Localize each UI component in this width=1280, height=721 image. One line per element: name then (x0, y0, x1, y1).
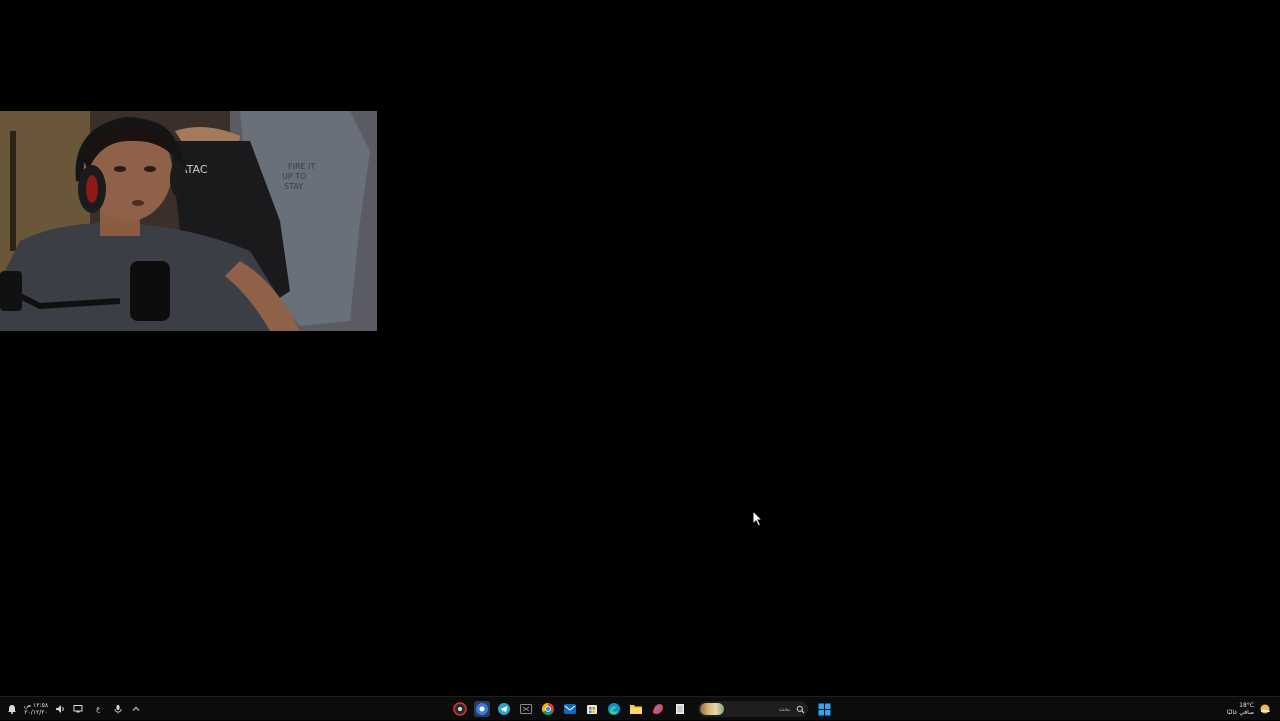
clock[interactable]: ١٢:٥٨ ص ٢٠/١٢/٢٠ (24, 702, 48, 716)
search-highlight-image (700, 703, 724, 715)
search-placeholder: بحث (778, 705, 790, 713)
chrome-icon[interactable] (540, 701, 556, 717)
weather-condition: صافي غالبًا (1226, 709, 1254, 716)
file-explorer-icon[interactable] (628, 701, 644, 717)
clock-date: ٢٠/١٢/٢٠ (24, 709, 48, 716)
system-tray: ١٢:٥٨ ص ٢٠/١٢/٢٠ ع (6, 697, 142, 721)
weather-temp: 18°C (1239, 702, 1254, 709)
taskbar: ١٢:٥٨ ص ٢٠/١٢/٢٠ ع بحث 18°C صافي غالبًا (0, 696, 1280, 720)
outlook-icon[interactable] (562, 701, 578, 717)
desktop: FIRE IT UP TO STAY ATAC (0, 0, 1280, 696)
network-icon[interactable] (72, 703, 84, 715)
notification-bell-icon[interactable] (6, 703, 18, 715)
clock-time: ١٢:٥٨ ص (24, 702, 49, 709)
svg-text:FIRE IT: FIRE IT (288, 162, 315, 171)
weather-sun-icon (1260, 704, 1270, 714)
start-button[interactable] (816, 701, 832, 717)
chrome-profile-icon[interactable] (474, 701, 490, 717)
red-app-icon[interactable] (452, 701, 468, 717)
chevron-up-icon[interactable] (130, 703, 142, 715)
webcam-image: FIRE IT UP TO STAY ATAC (0, 111, 377, 331)
xbox-app-icon[interactable] (518, 701, 534, 717)
mouse-cursor-icon (752, 510, 764, 527)
svg-text:UP TO: UP TO (282, 172, 306, 181)
taskbar-apps: بحث (452, 697, 832, 721)
copilot-icon[interactable] (650, 701, 666, 717)
search-icon (796, 705, 805, 713)
weather-widget[interactable]: 18°C صافي غالبًا (1227, 697, 1272, 721)
notepad-icon[interactable] (672, 701, 688, 717)
microsoft-store-icon[interactable] (584, 701, 600, 717)
windows-logo-icon (818, 703, 830, 715)
taskbar-search[interactable]: بحث (698, 701, 808, 717)
volume-icon[interactable] (54, 703, 66, 715)
svg-text:STAY: STAY (284, 182, 303, 191)
webcam-overlay: FIRE IT UP TO STAY ATAC (0, 111, 377, 331)
edge-icon[interactable] (606, 701, 622, 717)
language-indicator[interactable]: ع (96, 705, 100, 713)
microphone-icon[interactable] (112, 703, 124, 715)
telegram-icon[interactable] (496, 701, 512, 717)
